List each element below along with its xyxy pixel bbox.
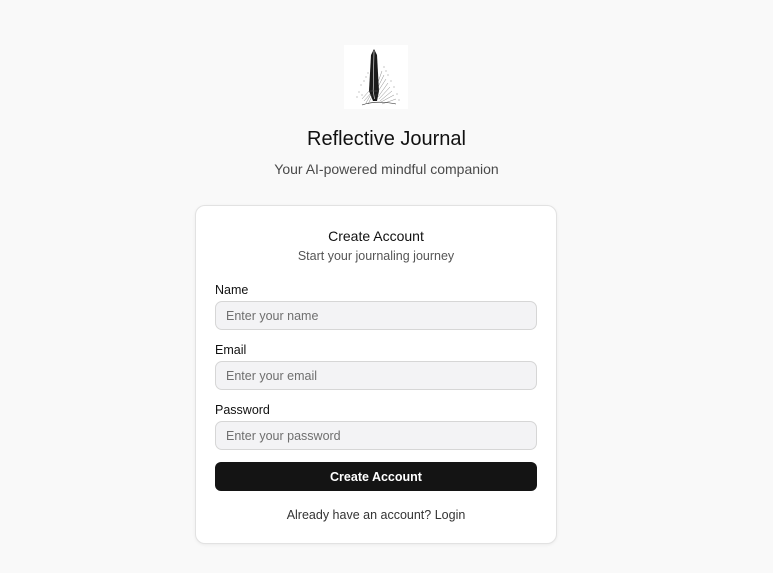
login-link[interactable]: Login [435,508,466,522]
app-logo [344,45,408,109]
card-description: Start your journaling journey [297,249,455,263]
email-input[interactable] [215,361,537,390]
fountain-pen-sketch-icon [344,45,408,109]
signup-page: Reflective Journal Your AI-powered mindf… [0,0,773,573]
login-prompt: Already have an account? Login [196,507,556,523]
app-subtitle: Your AI-powered mindful companion [274,161,499,177]
name-input[interactable] [215,301,537,330]
create-account-button[interactable]: Create Account [215,462,537,491]
signup-card: Create Account Start your journaling jou… [195,205,557,544]
login-prompt-text: Already have an account? [286,508,432,522]
app-title: Reflective Journal [307,128,466,150]
email-label: Email [215,343,247,357]
name-label: Name [215,283,249,297]
card-title: Create Account [328,228,424,244]
password-label: Password [215,403,270,417]
password-input[interactable] [215,421,537,450]
